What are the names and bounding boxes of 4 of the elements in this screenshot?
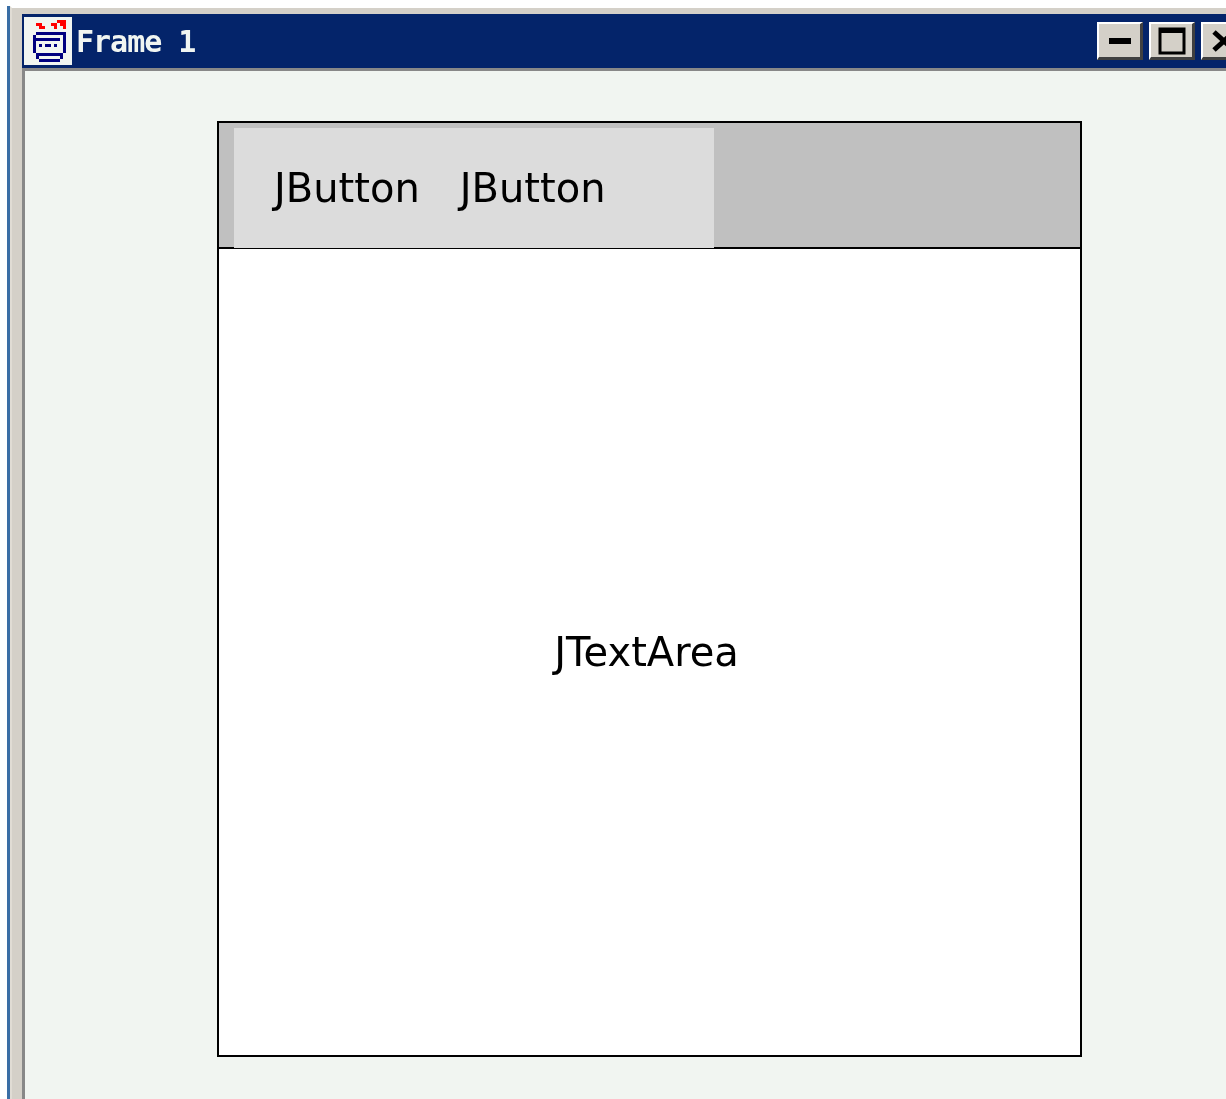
text-area[interactable]: JTextArea bbox=[219, 249, 1080, 1055]
window-title: Frame 1 bbox=[76, 23, 197, 59]
cup-icon bbox=[24, 17, 72, 65]
text-area-label: JTextArea bbox=[554, 629, 739, 675]
